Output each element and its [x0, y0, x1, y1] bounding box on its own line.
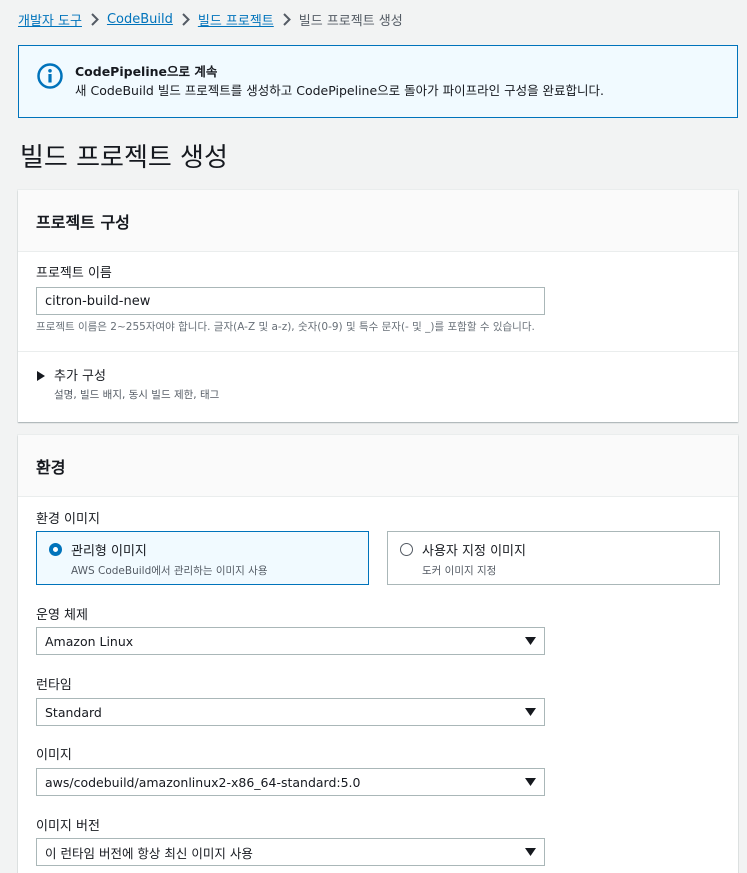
runtime-label: 런타임 [36, 678, 72, 693]
custom-image-radio[interactable] [400, 543, 413, 556]
environment-image-label: 환경 이미지 [36, 512, 100, 527]
breadcrumb-developer-tools[interactable]: 개발자 도구 [18, 10, 82, 29]
caret-down-icon [525, 778, 536, 786]
chevron-right-icon [282, 13, 291, 26]
environment-panel: 환경 환경 이미지 관리형 이미지 AWS CodeBuild에서 관리하는 이… [18, 435, 738, 873]
os-label: 운영 체제 [36, 608, 88, 623]
managed-image-radio[interactable] [49, 543, 62, 556]
caret-down-icon [525, 848, 536, 856]
divider [18, 351, 738, 352]
runtime-select[interactable]: Standard [36, 698, 545, 726]
additional-config-title: 추가 구성 [54, 369, 106, 384]
caret-down-icon [525, 637, 536, 645]
info-banner: CodePipeline으로 계속 새 CodeBuild 빌드 프로젝트를 생… [18, 45, 738, 118]
breadcrumb: 개발자 도구 CodeBuild 빌드 프로젝트 빌드 프로젝트 생성 [18, 10, 403, 29]
additional-config-expander[interactable]: 추가 구성 설명, 빌드 배지, 동시 빌드 제한, 태그 [36, 365, 219, 402]
breadcrumb-codebuild[interactable]: CodeBuild [107, 12, 173, 27]
project-name-label: 프로젝트 이름 [36, 266, 112, 281]
additional-config-subtitle: 설명, 빌드 배지, 동시 빌드 제한, 태그 [54, 389, 220, 401]
custom-image-option[interactable]: 사용자 지정 이미지 도커 이미지 지정 [387, 531, 720, 585]
managed-image-option[interactable]: 관리형 이미지 AWS CodeBuild에서 관리하는 이미지 사용 [36, 531, 369, 585]
info-title: CodePipeline으로 계속 [75, 64, 218, 79]
caret-down-icon [525, 708, 536, 716]
image-select[interactable]: aws/codebuild/amazonlinux2-x86_64-standa… [36, 768, 545, 796]
custom-image-subtitle: 도커 이미지 지정 [422, 565, 497, 577]
image-version-value: 이 런타임 버전에 항상 최신 이미지 사용 [45, 845, 253, 861]
project-name-input[interactable] [36, 287, 545, 315]
caret-right-icon [37, 371, 45, 381]
chevron-right-icon [90, 13, 99, 26]
environment-header: 환경 [18, 435, 738, 497]
breadcrumb-build-projects[interactable]: 빌드 프로젝트 [198, 10, 274, 29]
info-description: 새 CodeBuild 빌드 프로젝트를 생성하고 CodePipeline으로… [75, 83, 605, 98]
chevron-right-icon [181, 13, 190, 26]
managed-image-title: 관리형 이미지 [71, 544, 147, 559]
project-name-hint: 프로젝트 이름은 2~255자여야 합니다. 글자(A-Z 및 a-z), 숫자… [36, 321, 535, 333]
os-select[interactable]: Amazon Linux [36, 627, 545, 655]
project-config-header: 프로젝트 구성 [18, 190, 738, 252]
custom-image-title: 사용자 지정 이미지 [422, 544, 526, 559]
image-version-select[interactable]: 이 런타임 버전에 항상 최신 이미지 사용 [36, 838, 545, 866]
breadcrumb-current: 빌드 프로젝트 생성 [298, 14, 403, 29]
runtime-select-value: Standard [45, 704, 102, 720]
project-config-panel: 프로젝트 구성 프로젝트 이름 프로젝트 이름은 2~255자여야 합니다. 글… [18, 190, 738, 422]
info-icon [37, 63, 63, 89]
image-version-label: 이미지 버전 [36, 819, 100, 834]
image-label: 이미지 [36, 748, 72, 763]
page-title: 빌드 프로젝트 생성 [20, 143, 228, 173]
os-select-value: Amazon Linux [45, 633, 134, 649]
managed-image-subtitle: AWS CodeBuild에서 관리하는 이미지 사용 [71, 565, 268, 577]
image-select-value: aws/codebuild/amazonlinux2-x86_64-standa… [45, 774, 361, 790]
